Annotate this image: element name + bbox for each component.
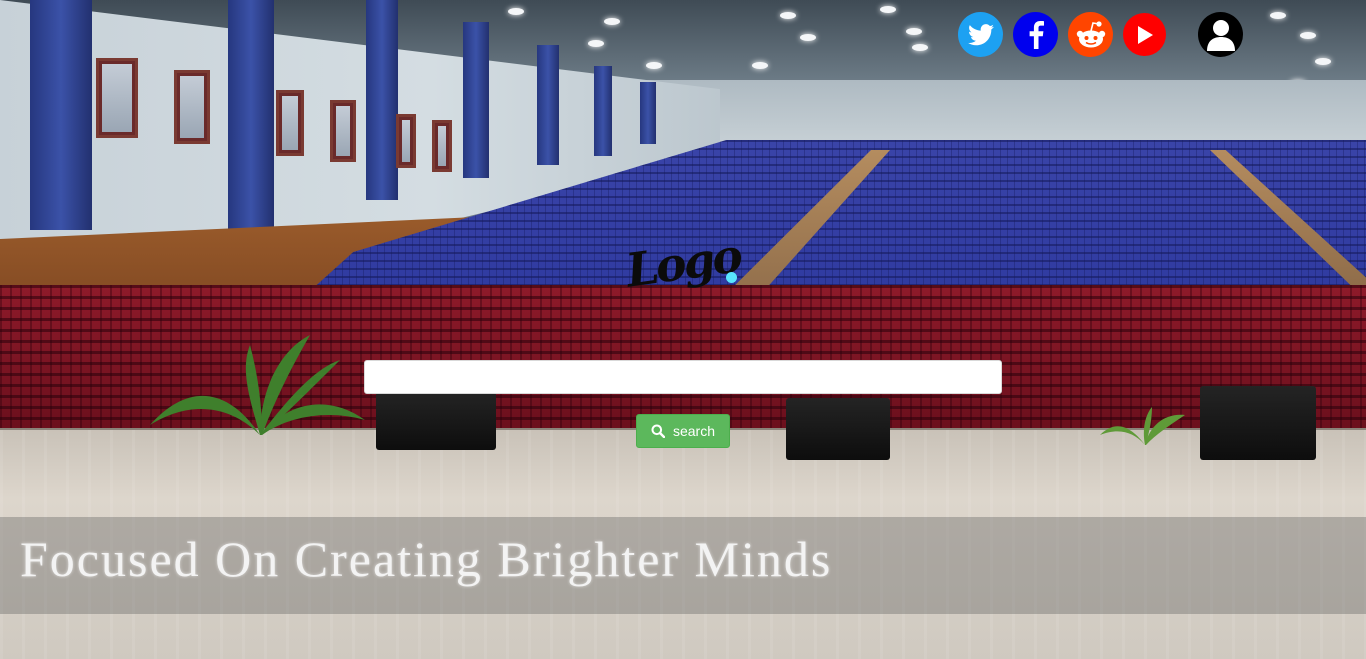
reddit-icon[interactable] [1068,12,1113,57]
facebook-icon[interactable] [1013,12,1058,57]
plant-decoration [150,335,365,435]
pillar [594,66,612,156]
pillar [30,0,92,230]
user-icon[interactable] [1198,12,1243,57]
wall-window [96,58,138,138]
search-input[interactable] [364,360,1002,394]
logo-dot [726,272,737,283]
hero-tagline: Focused On Creating Brighter Minds [20,531,833,587]
search-icon [651,424,665,438]
pillar [366,0,398,200]
twitter-icon[interactable] [958,12,1003,57]
stage-speaker [376,392,496,450]
wall-window [432,120,452,172]
pillar [537,45,559,165]
wall-window [174,70,210,144]
stage-projector [786,398,890,460]
pillar [228,0,274,230]
youtube-icon[interactable] [1123,13,1166,56]
wall-window [276,90,304,156]
wall-window [330,100,356,162]
plant-decoration [1100,407,1185,445]
pillar [463,22,489,178]
pillar [640,82,656,144]
site-logo[interactable]: Logo [622,222,744,340]
back-wall [640,80,1366,150]
logo-text: Logo [622,228,744,298]
wall-window [396,114,416,168]
search-button-label: search [672,423,716,439]
stage-speaker [1200,386,1316,460]
search-button[interactable]: search [636,414,730,448]
